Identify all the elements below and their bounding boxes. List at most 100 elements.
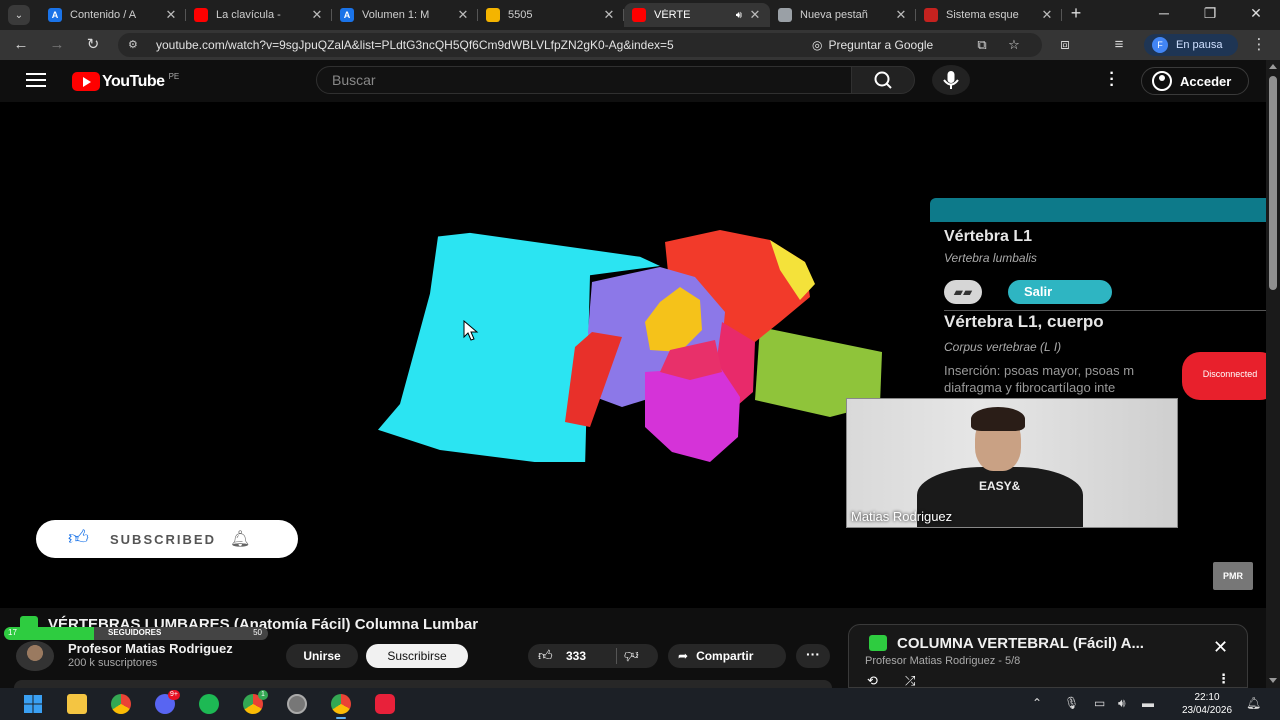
scroll-up-arrow-icon[interactable] — [1269, 64, 1277, 69]
disconnected-label: Disconnected — [1202, 369, 1258, 379]
join-button[interactable]: Unirse — [286, 644, 358, 668]
taskbar-spotify[interactable] — [196, 692, 222, 716]
tab-title: Contenido / A — [70, 9, 137, 21]
close-tab-icon[interactable]: ✕ — [164, 7, 178, 23]
reload-icon[interactable]: ↻ — [84, 36, 102, 54]
description-box[interactable] — [14, 680, 832, 688]
volume-icon[interactable]: 🔊︎ — [1118, 696, 1126, 711]
address-bar[interactable]: ⚙ youtube.com/watch?v=9sgJpuQZalA&list=P… — [118, 33, 1042, 57]
share-label: Compartir — [696, 649, 754, 663]
scroll-down-arrow-icon[interactable] — [1269, 678, 1277, 683]
extensions-icon[interactable]: ⧈ — [1056, 36, 1074, 54]
page-scrollbar[interactable] — [1266, 60, 1280, 688]
account-icon — [1152, 71, 1172, 91]
close-tab-icon[interactable]: ✕ — [748, 7, 762, 23]
new-tab-button[interactable]: + — [1066, 4, 1086, 24]
playlist-more-icon[interactable]: ⋮ — [1217, 671, 1230, 687]
close-tab-icon[interactable]: ✕ — [602, 7, 616, 23]
browser-tab[interactable]: 5505 ✕ — [478, 3, 624, 27]
forward-icon[interactable]: → — [48, 36, 66, 54]
channel-watermark[interactable]: PMR — [1213, 562, 1253, 590]
browser-tab[interactable]: La clavícula - ✕ — [186, 3, 332, 27]
channel-avatar[interactable] — [16, 641, 54, 671]
tab-audio-icon[interactable]: 🔊︎ — [736, 10, 742, 21]
browser-tab[interactable]: A Volumen 1: M ✕ — [332, 3, 478, 27]
share-button[interactable]: ➦ Compartir — [668, 644, 786, 668]
microphone-tray-icon[interactable]: 🎙︎ — [1064, 696, 1079, 710]
followers-goal: 50 — [253, 628, 262, 637]
taskbar-chrome[interactable] — [108, 692, 134, 716]
more-actions-button[interactable]: ··· — [796, 644, 830, 668]
subscribed-label: SUBSCRIBED — [110, 531, 216, 547]
search-input[interactable] — [317, 67, 851, 93]
notification-bell-icon[interactable]: 🔔︎ — [1246, 696, 1261, 710]
exit-button[interactable]: Salir — [1008, 280, 1112, 304]
webcam-overlay: EASY& Matias Rodriguez — [846, 398, 1178, 528]
profile-button[interactable]: F En pausa — [1144, 34, 1238, 56]
playlist-subtitle: Profesor Matias Rodriguez - 5/8 — [865, 655, 1021, 667]
voice-search-button[interactable] — [932, 65, 970, 95]
scrollbar-thumb[interactable] — [1269, 76, 1277, 290]
chrome-profile-badge: 1 — [258, 690, 268, 700]
taskbar-chrome-gray[interactable] — [284, 692, 310, 716]
taskbar-file-explorer[interactable] — [64, 692, 90, 716]
youtube-logo[interactable]: YouTube PE — [72, 72, 179, 91]
close-tab-icon[interactable]: ✕ — [1040, 7, 1054, 23]
menu-icon[interactable] — [26, 73, 46, 87]
shuffle-icon[interactable]: ⤮ — [905, 673, 915, 689]
clock-date: 23/04/2026 — [1181, 705, 1233, 716]
tray-chevron-icon[interactable]: ⌃ — [1032, 696, 1042, 710]
part-latin-name: Corpus vertebrae (L I) — [944, 340, 1062, 354]
search-icon — [874, 71, 892, 89]
like-icon[interactable]: 👍︎ — [538, 647, 553, 664]
tab-search-button[interactable]: ⌄ — [8, 5, 30, 25]
taskbar-chrome-active[interactable] — [328, 692, 354, 719]
close-tab-icon[interactable]: ✕ — [456, 7, 470, 23]
tab-title: Sistema esque — [946, 9, 1019, 21]
webcam-name-label: Matias Rodriguez — [851, 509, 953, 524]
ask-google-button[interactable]: ◎ Preguntar a Google — [812, 38, 933, 52]
close-playlist-icon[interactable]: ✕ — [1213, 637, 1228, 658]
browser-menu-icon[interactable]: ⋮ — [1250, 36, 1268, 54]
profile-avatar: F — [1152, 37, 1168, 53]
subscribe-button[interactable]: Suscribirse — [366, 644, 468, 668]
start-button[interactable] — [20, 692, 46, 716]
taskbar-tiktok[interactable] — [372, 692, 398, 716]
settings-more-icon[interactable]: · · · — [1104, 66, 1120, 94]
network-icon[interactable]: ▭ — [1094, 696, 1105, 710]
browser-tab[interactable]: Nueva pestañ ✕ — [770, 3, 916, 27]
tab-favicon-icon — [486, 8, 500, 22]
loop-icon[interactable]: ⟲ — [867, 673, 878, 689]
ask-google-label: Preguntar a Google — [828, 38, 934, 52]
taskbar-discord[interactable]: 9+ — [152, 690, 180, 716]
minimize-button[interactable]: ─ — [1144, 5, 1184, 21]
browser-tab[interactable]: Sistema esque ✕ — [916, 3, 1062, 27]
battery-icon[interactable]: ▬ — [1142, 696, 1154, 710]
playlist-title[interactable]: COLUMNA VERTEBRAL (Fácil) A... — [897, 635, 1195, 652]
close-tab-icon[interactable]: ✕ — [894, 7, 908, 23]
close-tab-icon[interactable]: ✕ — [310, 7, 324, 23]
restore-button[interactable]: ❐ — [1190, 5, 1230, 22]
channel-name[interactable]: Profesor Matias Rodriguez — [68, 641, 233, 656]
site-info-icon[interactable]: ⚙ — [128, 38, 142, 52]
bookmark-star-icon[interactable]: ☆ — [1006, 37, 1022, 53]
video-player[interactable]: Vértebra L1 Vertebra lumbalis ▰▰ Salir V… — [0, 102, 1266, 608]
url-text[interactable]: youtube.com/watch?v=9sgJpuQZalA&list=PLd… — [156, 38, 674, 52]
presenter-shirt-text: EASY& — [979, 479, 1021, 493]
media-control-icon[interactable]: ≡ — [1110, 36, 1128, 54]
install-app-icon[interactable]: ⧉ — [974, 37, 990, 53]
system-clock[interactable]: 22:10 23/04/2026 — [1172, 691, 1242, 717]
back-icon[interactable]: ← — [12, 36, 30, 54]
dislike-icon[interactable]: 👍︎ — [624, 647, 639, 664]
browser-tab[interactable]: VÉRTE 🔊︎ ✕ — [624, 3, 770, 27]
taskbar-chrome-profile[interactable]: 1 — [240, 690, 268, 716]
info-divider — [944, 310, 1266, 311]
browser-tab-strip: ⌄ A Contenido / A ✕ La clavícula - ✕ A Volumen… — [0, 0, 1280, 30]
book-icon[interactable]: ▰▰ — [944, 280, 982, 304]
microphone-icon — [943, 71, 959, 89]
signin-button[interactable]: Acceder — [1141, 67, 1249, 95]
close-window-button[interactable]: ✕ — [1236, 5, 1276, 22]
browser-tab[interactable]: A Contenido / A ✕ — [40, 3, 186, 27]
discord-badge: 9+ — [168, 690, 180, 700]
search-button[interactable] — [851, 66, 915, 94]
